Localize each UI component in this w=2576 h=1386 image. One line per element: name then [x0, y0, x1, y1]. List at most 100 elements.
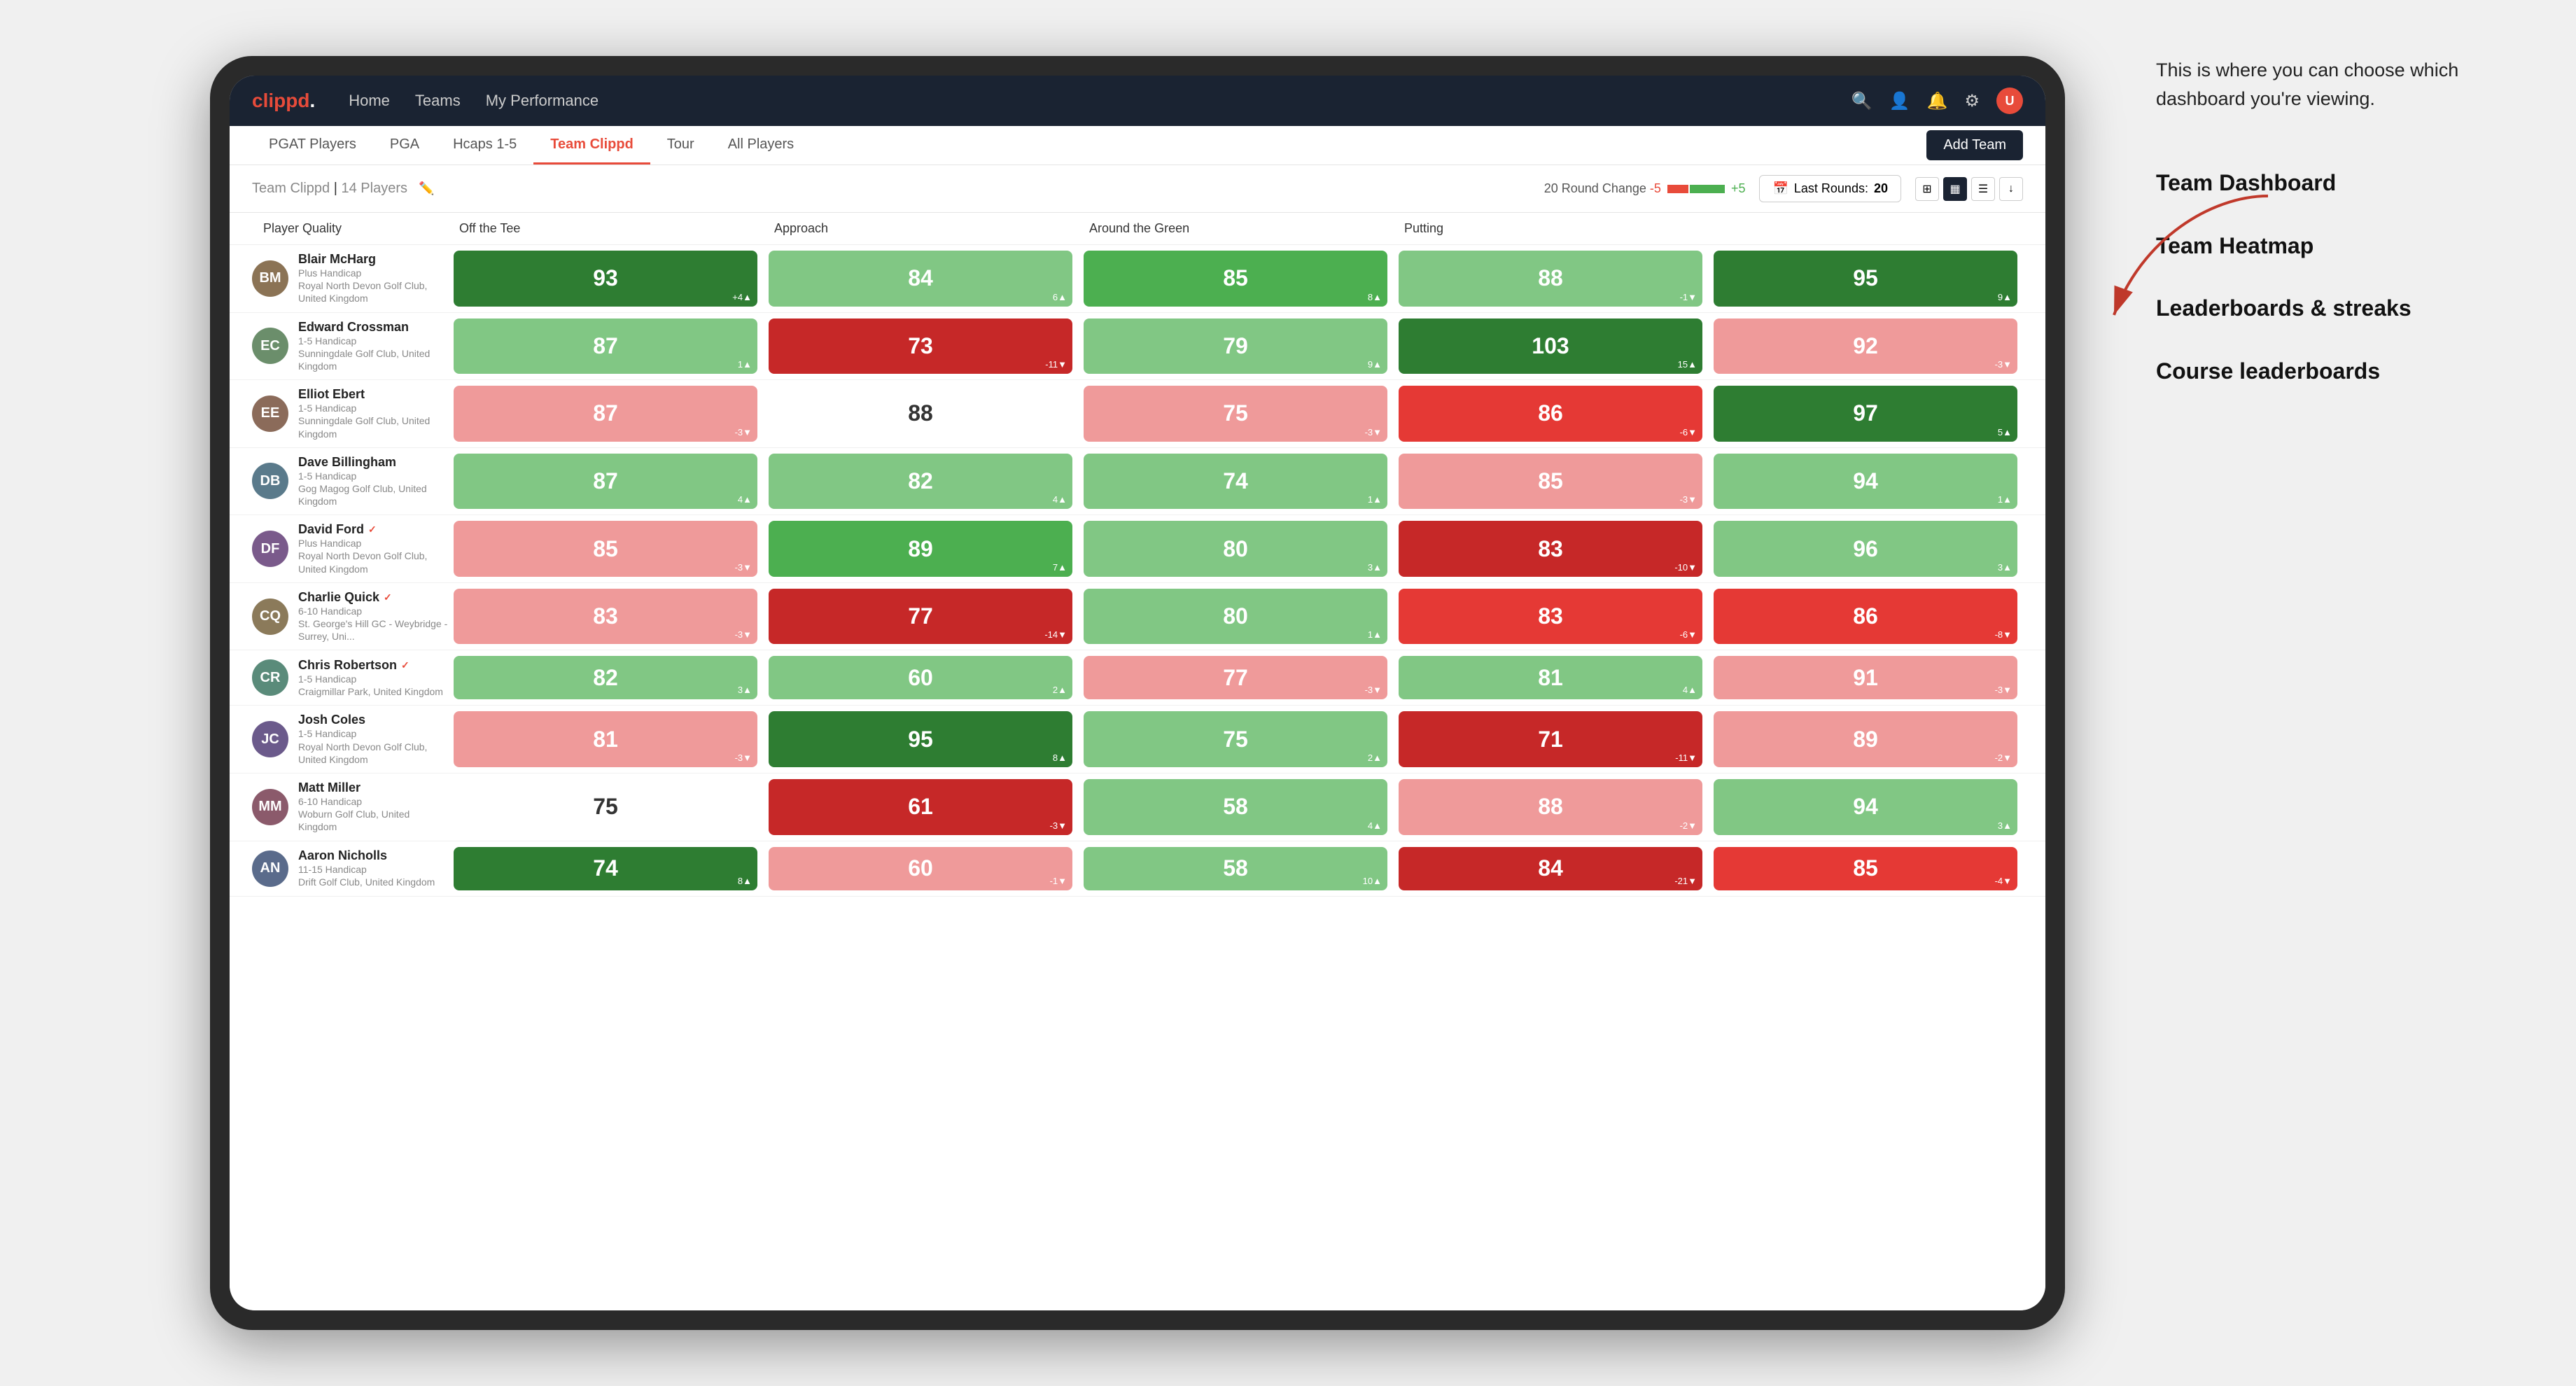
player-cell-8[interactable]: MMMatt Miller6-10 Handicap Woburn Golf C…: [252, 774, 448, 841]
verified-icon: ✓: [368, 524, 377, 536]
score-value: 89: [908, 536, 933, 562]
player-cell-3[interactable]: DBDave Billingham1-5 Handicap Gog Magog …: [252, 448, 448, 515]
player-cell-1[interactable]: ECEdward Crossman1-5 Handicap Sunningdal…: [252, 313, 448, 380]
score-value: 88: [1538, 794, 1563, 820]
score-value: 89: [1853, 727, 1878, 752]
nav-home[interactable]: Home: [349, 92, 390, 110]
player-cell-4[interactable]: DFDavid Ford✓Plus Handicap Royal North D…: [252, 515, 448, 582]
score-change: -3▼: [735, 562, 752, 573]
avatar: CR: [252, 659, 288, 696]
score-value: 75: [593, 794, 618, 820]
annotation-item-4: Course leaderboards: [2156, 357, 2520, 386]
annotation-menu-list: Team Dashboard Team Heatmap Leaderboards…: [2156, 169, 2520, 386]
last-rounds-button[interactable]: 📅 Last Rounds: 20: [1759, 175, 1901, 202]
settings-icon[interactable]: ⚙: [1964, 91, 1980, 111]
score-cell-6-0: 823▲: [454, 656, 757, 699]
score-change: 1▲: [1368, 629, 1382, 640]
player-cell-6[interactable]: CRChris Robertson✓1-5 Handicap Craigmill…: [252, 650, 448, 705]
grid-view-button[interactable]: ⊞: [1915, 177, 1939, 201]
table-row: BMBlair McHargPlus Handicap Royal North …: [230, 245, 2045, 313]
table-view-button[interactable]: ▦: [1943, 177, 1967, 201]
bell-icon[interactable]: 🔔: [1927, 91, 1948, 111]
tab-pgat-players[interactable]: PGAT Players: [252, 126, 373, 164]
score-cell-0-0: 93+4▲: [454, 251, 757, 307]
score-value: 79: [1223, 333, 1248, 359]
score-cell-4-3: 83-10▼: [1399, 521, 1702, 577]
tablet-frame: clippd. Home Teams My Performance 🔍 👤 🔔 …: [210, 56, 2065, 1330]
col-header-putting[interactable]: Putting: [1393, 213, 1708, 244]
edit-team-icon[interactable]: ✏️: [419, 181, 434, 196]
verified-icon: ✓: [384, 592, 392, 603]
score-value: 82: [908, 468, 933, 494]
score-change: 4▲: [738, 494, 752, 505]
score-cell-6-2: 77-3▼: [1084, 656, 1387, 699]
annotation-item-1: Team Dashboard: [2156, 169, 2520, 198]
player-cell-7[interactable]: JCJosh Coles1-5 Handicap Royal North Dev…: [252, 706, 448, 773]
user-avatar[interactable]: U: [1996, 88, 2023, 114]
player-name: Aaron Nicholls: [298, 848, 435, 863]
score-change: -3▼: [1365, 685, 1382, 695]
nav-my-performance[interactable]: My Performance: [486, 92, 598, 110]
person-icon[interactable]: 👤: [1889, 91, 1910, 111]
team-controls: 20 Round Change -5 +5 📅 Last Rounds: 20 …: [1544, 175, 2023, 202]
column-headers: Player Quality Off the Tee Approach Arou…: [230, 213, 2045, 245]
score-value: 77: [908, 603, 933, 629]
top-nav: clippd. Home Teams My Performance 🔍 👤 🔔 …: [230, 76, 2045, 126]
table-row: ECEdward Crossman1-5 Handicap Sunningdal…: [230, 313, 2045, 381]
score-value: 85: [593, 536, 618, 562]
col-header-around-green[interactable]: Around the Green: [1078, 213, 1393, 244]
nav-icons: 🔍 👤 🔔 ⚙ U: [1851, 88, 2023, 114]
score-cell-9-3: 84-21▼: [1399, 847, 1702, 890]
score-value: 95: [1853, 265, 1878, 291]
score-cell-0-2: 85 8▲: [1084, 251, 1387, 307]
score-value: 92: [1853, 333, 1878, 359]
score-value: 71: [1538, 727, 1563, 752]
score-cell-5-2: 801▲: [1084, 589, 1387, 645]
add-team-button[interactable]: Add Team: [1926, 130, 2023, 160]
player-cell-9[interactable]: ANAaron Nicholls11-15 Handicap Drift Gol…: [252, 841, 448, 896]
player-meta: Plus Handicap Royal North Devon Golf Clu…: [298, 537, 448, 575]
player-cell-5[interactable]: CQCharlie Quick✓6-10 Handicap St. George…: [252, 583, 448, 650]
nav-teams[interactable]: Teams: [415, 92, 461, 110]
tab-pga[interactable]: PGA: [373, 126, 436, 164]
score-cell-8-2: 584▲: [1084, 779, 1387, 835]
table-row: DFDavid Ford✓Plus Handicap Royal North D…: [230, 515, 2045, 583]
score-change: 4▲: [1683, 685, 1697, 695]
score-value: 88: [908, 400, 933, 426]
score-value: 87: [593, 468, 618, 494]
tab-tour[interactable]: Tour: [650, 126, 711, 164]
score-cell-2-0: 87-3▼: [454, 386, 757, 442]
tab-hcaps[interactable]: Hcaps 1-5: [436, 126, 533, 164]
player-name: Edward Crossman: [298, 320, 448, 335]
tab-team-clippd[interactable]: Team Clippd: [533, 126, 650, 164]
player-cell-0[interactable]: BMBlair McHargPlus Handicap Royal North …: [252, 245, 448, 312]
score-change: -14▼: [1044, 629, 1067, 640]
team-title: Team Clippd | 14 Players: [252, 181, 407, 197]
score-change: 1▲: [1998, 494, 2012, 505]
score-change: -2▼: [1995, 752, 2012, 763]
player-meta: 6-10 Handicap Woburn Golf Club, United K…: [298, 795, 448, 834]
score-cell-4-4: 963▲: [1714, 521, 2017, 577]
score-value: 85: [1223, 265, 1248, 291]
col-header-tee[interactable]: Off the Tee: [448, 213, 763, 244]
col-header-approach[interactable]: Approach: [763, 213, 1078, 244]
score-cell-7-4: 89 -2▼: [1714, 711, 2017, 767]
score-change: 8▲: [1368, 292, 1382, 302]
list-view-button[interactable]: ☰: [1971, 177, 1995, 201]
download-button[interactable]: ↓: [1999, 177, 2023, 201]
score-cell-9-4: 85-4▼: [1714, 847, 2017, 890]
score-change: 2▲: [1053, 685, 1067, 695]
score-cell-3-2: 741▲: [1084, 454, 1387, 510]
score-change: -10▼: [1674, 562, 1697, 573]
score-cell-0-1: 846▲: [769, 251, 1072, 307]
player-cell-2[interactable]: EEElliot Ebert1-5 Handicap Sunningdale G…: [252, 380, 448, 447]
avatar: DF: [252, 531, 288, 567]
search-icon[interactable]: 🔍: [1851, 91, 1872, 111]
player-meta: 1-5 Handicap Gog Magog Golf Club, United…: [298, 470, 448, 508]
col-header-player[interactable]: Player Quality: [252, 213, 448, 244]
score-cell-1-0: 871▲: [454, 318, 757, 374]
score-value: 60: [908, 665, 933, 691]
score-change: 1▲: [738, 359, 752, 370]
tab-all-players[interactable]: All Players: [711, 126, 811, 164]
score-cell-1-3: 10315▲: [1399, 318, 1702, 374]
